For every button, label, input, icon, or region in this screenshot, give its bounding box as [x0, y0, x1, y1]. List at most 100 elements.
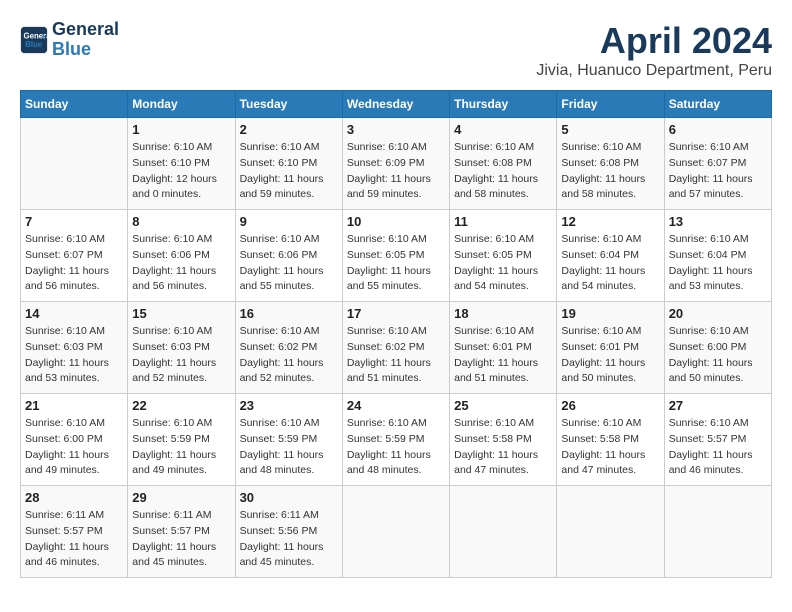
weekday-header-row: SundayMondayTuesdayWednesdayThursdayFrid…: [21, 91, 772, 118]
day-info: Sunrise: 6:10 AMSunset: 5:58 PMDaylight:…: [561, 416, 659, 479]
day-cell: 26 Sunrise: 6:10 AMSunset: 5:58 PMDayligh…: [557, 394, 664, 486]
day-number: 6: [669, 122, 767, 137]
day-cell: 16Sunrise: 6:10 AMSunset: 6:02 PMDayligh…: [235, 302, 342, 394]
day-number: 24: [347, 398, 445, 413]
day-cell: 14 Sunrise: 6:10 AMSunset: 6:03 PMDayligh…: [21, 302, 128, 394]
day-cell: 20 Sunrise: 6:10 AMSunset: 6:00 PMDayligh…: [664, 302, 771, 394]
day-cell: 6 Sunrise: 6:10 AMSunset: 6:07 PMDaylight…: [664, 118, 771, 210]
day-info: Sunrise: 6:10 AMSunset: 6:00 PMDaylight:…: [669, 324, 767, 387]
weekday-header-friday: Friday: [557, 91, 664, 118]
day-info: Sunrise: 6:10 AMSunset: 6:01 PMDaylight:…: [454, 324, 552, 387]
day-info: Sunrise: 6:10 AMSunset: 6:08 PMDaylight:…: [561, 140, 659, 203]
day-number: 21: [25, 398, 123, 413]
calendar-table: SundayMondayTuesdayWednesdayThursdayFrid…: [20, 90, 772, 578]
day-number: 20: [669, 306, 767, 321]
day-info: Sunrise: 6:10 AMSunset: 6:10 PMDaylight:…: [240, 140, 338, 203]
week-row-2: 7 Sunrise: 6:10 AMSunset: 6:07 PMDaylight…: [21, 210, 772, 302]
day-cell: 8 Sunrise: 6:10 AMSunset: 6:06 PMDaylight…: [128, 210, 235, 302]
week-row-4: 21 Sunrise: 6:10 AMSunset: 6:00 PMDayligh…: [21, 394, 772, 486]
day-cell: 21 Sunrise: 6:10 AMSunset: 6:00 PMDayligh…: [21, 394, 128, 486]
weekday-header-monday: Monday: [128, 91, 235, 118]
day-cell: 4 Sunrise: 6:10 AMSunset: 6:08 PMDaylight…: [450, 118, 557, 210]
day-number: 29: [132, 490, 230, 505]
day-number: 23: [240, 398, 338, 413]
day-info: Sunrise: 6:10 AMSunset: 6:04 PMDaylight:…: [669, 232, 767, 295]
logo: General Blue General Blue: [20, 20, 119, 60]
day-number: 26: [561, 398, 659, 413]
day-info: Sunrise: 6:11 AMSunset: 5:57 PMDaylight:…: [132, 508, 230, 571]
day-cell: 29 Sunrise: 6:11 AMSunset: 5:57 PMDayligh…: [128, 486, 235, 578]
day-number: 3: [347, 122, 445, 137]
day-number: 11: [454, 214, 552, 229]
day-number: 28: [25, 490, 123, 505]
day-cell: 9Sunrise: 6:10 AMSunset: 6:06 PMDaylight…: [235, 210, 342, 302]
day-number: 30: [240, 490, 338, 505]
day-cell: [557, 486, 664, 578]
day-info: Sunrise: 6:10 AMSunset: 6:06 PMDaylight:…: [132, 232, 230, 295]
title-block: April 2024 Jivia, Huanuco Department, Pe…: [536, 20, 772, 80]
day-cell: 15Sunrise: 6:10 AMSunset: 6:03 PMDayligh…: [128, 302, 235, 394]
day-number: 10: [347, 214, 445, 229]
day-info: Sunrise: 6:10 AMSunset: 5:57 PMDaylight:…: [669, 416, 767, 479]
day-info: Sunrise: 6:10 AMSunset: 6:05 PMDaylight:…: [347, 232, 445, 295]
day-cell: 18 Sunrise: 6:10 AMSunset: 6:01 PMDayligh…: [450, 302, 557, 394]
day-info: Sunrise: 6:10 AMSunset: 6:07 PMDaylight:…: [669, 140, 767, 203]
weekday-header-wednesday: Wednesday: [342, 91, 449, 118]
day-info: Sunrise: 6:10 AMSunset: 6:02 PMDaylight:…: [347, 324, 445, 387]
day-number: 13: [669, 214, 767, 229]
day-info: Sunrise: 6:10 AMSunset: 6:09 PMDaylight:…: [347, 140, 445, 203]
calendar-title: April 2024: [536, 20, 772, 62]
day-info: Sunrise: 6:10 AMSunset: 5:58 PMDaylight:…: [454, 416, 552, 479]
day-number: 17: [347, 306, 445, 321]
day-info: Sunrise: 6:10 AMSunset: 5:59 PMDaylight:…: [240, 416, 338, 479]
day-number: 27: [669, 398, 767, 413]
day-cell: [21, 118, 128, 210]
page-header: General Blue General Blue April 2024 Jiv…: [20, 20, 772, 80]
day-number: 7: [25, 214, 123, 229]
day-number: 12: [561, 214, 659, 229]
day-info: Sunrise: 6:10 AMSunset: 6:07 PMDaylight:…: [25, 232, 123, 295]
day-cell: 30Sunrise: 6:11 AMSunset: 5:56 PMDayligh…: [235, 486, 342, 578]
week-row-5: 28 Sunrise: 6:11 AMSunset: 5:57 PMDayligh…: [21, 486, 772, 578]
day-cell: 2Sunrise: 6:10 AMSunset: 6:10 PMDaylight…: [235, 118, 342, 210]
day-info: Sunrise: 6:10 AMSunset: 5:59 PMDaylight:…: [347, 416, 445, 479]
weekday-header-sunday: Sunday: [21, 91, 128, 118]
day-info: Sunrise: 6:11 AMSunset: 5:57 PMDaylight:…: [25, 508, 123, 571]
day-cell: 27 Sunrise: 6:10 AMSunset: 5:57 PMDayligh…: [664, 394, 771, 486]
day-cell: 13 Sunrise: 6:10 AMSunset: 6:04 PMDayligh…: [664, 210, 771, 302]
weekday-header-tuesday: Tuesday: [235, 91, 342, 118]
day-info: Sunrise: 6:10 AMSunset: 6:00 PMDaylight:…: [25, 416, 123, 479]
day-number: 5: [561, 122, 659, 137]
day-cell: 3 Sunrise: 6:10 AMSunset: 6:09 PMDaylight…: [342, 118, 449, 210]
day-cell: 11 Sunrise: 6:10 AMSunset: 6:05 PMDayligh…: [450, 210, 557, 302]
calendar-subtitle: Jivia, Huanuco Department, Peru: [536, 62, 772, 80]
day-cell: 7 Sunrise: 6:10 AMSunset: 6:07 PMDaylight…: [21, 210, 128, 302]
day-info: Sunrise: 6:10 AMSunset: 6:04 PMDaylight:…: [561, 232, 659, 295]
day-number: 22: [132, 398, 230, 413]
day-cell: [342, 486, 449, 578]
day-number: 4: [454, 122, 552, 137]
day-info: Sunrise: 6:10 AMSunset: 6:10 PMDaylight:…: [132, 140, 230, 203]
day-cell: 22Sunrise: 6:10 AMSunset: 5:59 PMDayligh…: [128, 394, 235, 486]
day-cell: [664, 486, 771, 578]
day-info: Sunrise: 6:10 AMSunset: 6:08 PMDaylight:…: [454, 140, 552, 203]
day-number: 18: [454, 306, 552, 321]
day-cell: [450, 486, 557, 578]
week-row-3: 14 Sunrise: 6:10 AMSunset: 6:03 PMDayligh…: [21, 302, 772, 394]
day-cell: 17 Sunrise: 6:10 AMSunset: 6:02 PMDayligh…: [342, 302, 449, 394]
day-cell: 12 Sunrise: 6:10 AMSunset: 6:04 PMDayligh…: [557, 210, 664, 302]
logo-text: General Blue: [52, 20, 119, 60]
day-number: 19: [561, 306, 659, 321]
svg-text:Blue: Blue: [25, 40, 43, 49]
day-info: Sunrise: 6:10 AMSunset: 6:02 PMDaylight:…: [240, 324, 338, 387]
day-number: 8: [132, 214, 230, 229]
weekday-header-thursday: Thursday: [450, 91, 557, 118]
day-cell: 5 Sunrise: 6:10 AMSunset: 6:08 PMDaylight…: [557, 118, 664, 210]
weekday-header-saturday: Saturday: [664, 91, 771, 118]
day-info: Sunrise: 6:10 AMSunset: 6:05 PMDaylight:…: [454, 232, 552, 295]
day-number: 14: [25, 306, 123, 321]
day-info: Sunrise: 6:10 AMSunset: 6:03 PMDaylight:…: [25, 324, 123, 387]
day-info: Sunrise: 6:10 AMSunset: 6:06 PMDaylight:…: [240, 232, 338, 295]
day-cell: 19Sunrise: 6:10 AMSunset: 6:01 PMDayligh…: [557, 302, 664, 394]
day-cell: 23 Sunrise: 6:10 AMSunset: 5:59 PMDayligh…: [235, 394, 342, 486]
